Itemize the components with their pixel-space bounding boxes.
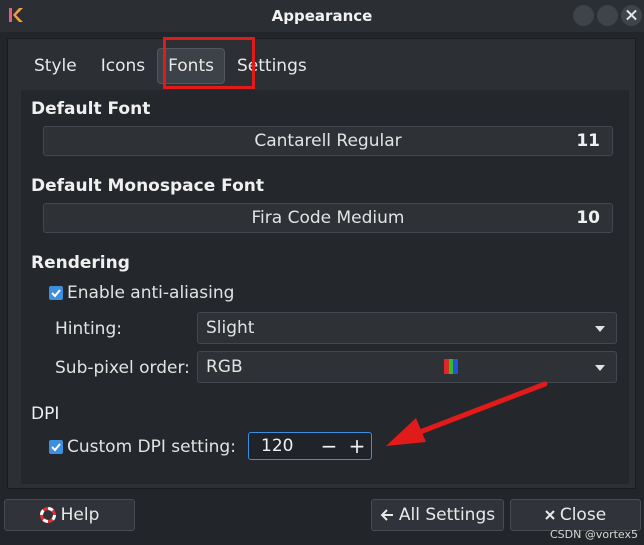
all-settings-button-label: All Settings (398, 505, 496, 525)
help-button-label: Help (60, 505, 100, 525)
help-button[interactable]: Help (4, 499, 135, 531)
hinting-value: Slight (206, 318, 255, 338)
dropdown-arrow-icon (595, 326, 605, 332)
tab-settings[interactable]: Settings (225, 48, 319, 84)
tab-fonts[interactable]: Fonts (157, 48, 225, 84)
close-window-button[interactable] (621, 5, 642, 26)
rgb-order-icon (444, 359, 459, 374)
title-bar: Appearance (0, 0, 644, 32)
watermark: CSDN @vortex5 (549, 528, 638, 541)
monospace-font-button[interactable]: Fira Code Medium 10 (43, 203, 613, 233)
all-settings-button[interactable]: All Settings (371, 499, 504, 531)
minimize-button[interactable] (573, 5, 594, 26)
tab-icons[interactable]: Icons (89, 48, 157, 84)
window-title: Appearance (271, 7, 373, 25)
subpixel-value: RGB (206, 357, 243, 377)
dpi-spinbox[interactable]: 120 − + (248, 432, 372, 460)
custom-dpi-label[interactable]: Custom DPI setting: (67, 437, 236, 457)
dpi-value[interactable]: 120 (249, 436, 315, 456)
default-font-name: Cantarell Regular (254, 131, 402, 151)
arrow-left-icon (380, 509, 393, 521)
custom-dpi-checkbox[interactable] (49, 440, 63, 454)
maximize-button[interactable] (597, 5, 618, 26)
rendering-heading: Rendering (31, 253, 130, 273)
subpixel-select[interactable]: RGB (197, 351, 617, 383)
monospace-font-size: 10 (576, 208, 600, 228)
monospace-font-heading: Default Monospace Font (31, 176, 264, 196)
dpi-decrease-button[interactable]: − (315, 433, 343, 459)
lifebuoy-icon (39, 507, 56, 523)
app-icon (9, 8, 23, 22)
annotation-arrow (386, 381, 548, 446)
antialias-label[interactable]: Enable anti-aliasing (67, 283, 234, 303)
default-font-size: 11 (576, 131, 600, 151)
checkmark-icon (51, 443, 61, 452)
dropdown-arrow-icon (595, 365, 605, 371)
dpi-increase-button[interactable]: + (343, 433, 371, 459)
monospace-font-name: Fira Code Medium (251, 208, 405, 228)
tab-bar: Style Icons Fonts Settings (22, 48, 319, 84)
subpixel-label: Sub-pixel order: (55, 358, 190, 378)
close-button-label: Close (559, 505, 607, 525)
checkmark-icon (51, 289, 61, 298)
close-icon (545, 510, 555, 520)
default-font-heading: Default Font (31, 99, 151, 119)
hinting-select[interactable]: Slight (197, 312, 617, 344)
close-button[interactable]: Close (510, 499, 641, 531)
tab-style[interactable]: Style (22, 48, 89, 84)
hinting-label: Hinting: (55, 319, 122, 339)
window-controls (573, 5, 642, 26)
default-font-button[interactable]: Cantarell Regular 11 (43, 126, 613, 156)
dpi-heading: DPI (31, 404, 60, 424)
antialias-checkbox[interactable] (49, 286, 63, 300)
